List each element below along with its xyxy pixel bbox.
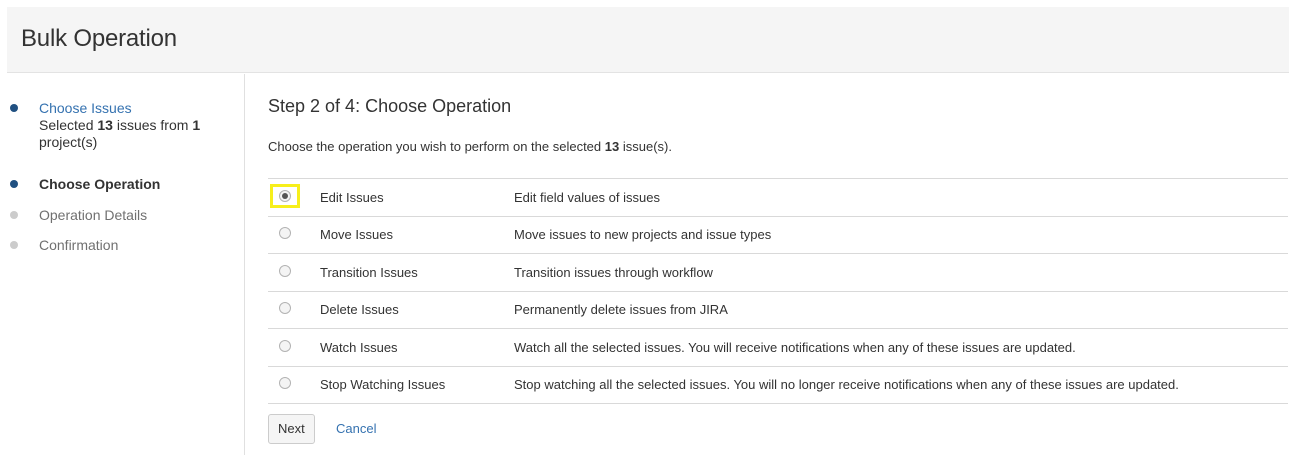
operation-description: Watch all the selected issues. You will …: [514, 339, 1076, 355]
edit-issues-radio[interactable]: [279, 189, 291, 202]
step-desc-text: issues from: [112, 117, 193, 133]
operation-description: Edit field values of issues: [514, 189, 660, 205]
transition-issues-radio[interactable]: [279, 264, 291, 277]
issue-count: 13: [97, 117, 113, 133]
operation-row-watch[interactable]: Watch Issues Watch all the selected issu…: [268, 328, 1288, 367]
step-choose-issues[interactable]: Choose Issues Selected 13 issues from 1 …: [7, 100, 245, 151]
step-label: Choose Operation: [39, 176, 161, 192]
operation-name[interactable]: Transition Issues: [315, 254, 514, 292]
step-label: Confirmation: [39, 237, 119, 253]
steps-sidebar: Choose Issues Selected 13 issues from 1 …: [7, 74, 245, 455]
step-label: Operation Details: [39, 207, 148, 223]
intro-issue-count: 13: [604, 139, 620, 154]
main-content: Step 2 of 4: Choose Operation Choose the…: [268, 74, 1289, 455]
move-issues-radio[interactable]: [279, 227, 291, 240]
operation-description: Stop watching all the selected issues. Y…: [514, 377, 1179, 393]
operation-row-edit[interactable]: Edit Issues Edit field values of issues: [268, 178, 1288, 217]
operation-row-stop-watching[interactable]: Stop Watching Issues Stop watching all t…: [268, 366, 1288, 404]
operation-row-transition[interactable]: Transition Issues Transition issues thro…: [268, 253, 1288, 292]
step-dot-icon: [10, 104, 18, 112]
intro-prefix: Choose the operation you wish to perform…: [268, 139, 605, 154]
operation-name[interactable]: Move Issues: [315, 216, 514, 254]
step-desc-text: project(s): [39, 134, 98, 150]
operation-name[interactable]: Delete Issues: [315, 291, 514, 329]
intro-text: Choose the operation you wish to perform…: [268, 139, 672, 154]
operation-description: Permanently delete issues from JIRA: [514, 302, 728, 318]
operation-row-delete[interactable]: Delete Issues Permanently delete issues …: [268, 291, 1288, 329]
intro-suffix: issue(s).: [619, 139, 672, 154]
operation-row-move[interactable]: Move Issues Move issues to new projects …: [268, 216, 1288, 254]
radio-highlight: [270, 183, 300, 208]
operation-name[interactable]: Watch Issues: [315, 329, 514, 367]
project-count: 1: [192, 117, 201, 133]
step-desc-text: Selected: [39, 117, 98, 133]
step-heading: Step 2 of 4: Choose Operation: [268, 96, 512, 116]
step-dot-icon: [10, 211, 18, 219]
operation-description: Move issues to new projects and issue ty…: [514, 227, 772, 243]
page-title: Bulk Operation: [21, 25, 177, 52]
operation-name[interactable]: Stop Watching Issues: [315, 366, 514, 404]
step-confirmation: Confirmation: [7, 237, 245, 254]
step-dot-icon: [10, 180, 18, 188]
next-button[interactable]: Next: [268, 414, 315, 444]
operation-name[interactable]: Edit Issues: [315, 179, 514, 217]
page-header: Bulk Operation: [7, 7, 1289, 73]
step-choose-operation: Choose Operation: [7, 176, 245, 193]
form-actions: Next Cancel: [268, 414, 376, 444]
step-label[interactable]: Choose Issues: [39, 100, 245, 117]
delete-issues-radio[interactable]: [279, 302, 291, 315]
step-operation-details: Operation Details: [7, 207, 245, 224]
step-description: Selected 13 issues from 1 project(s): [39, 117, 219, 151]
operations-table: Edit Issues Edit field values of issues …: [268, 178, 1288, 404]
step-dot-icon: [10, 241, 18, 249]
stop-watching-issues-radio[interactable]: [279, 377, 291, 390]
cancel-link[interactable]: Cancel: [336, 421, 376, 436]
operation-description: Transition issues through workflow: [514, 264, 713, 280]
watch-issues-radio[interactable]: [279, 339, 291, 352]
